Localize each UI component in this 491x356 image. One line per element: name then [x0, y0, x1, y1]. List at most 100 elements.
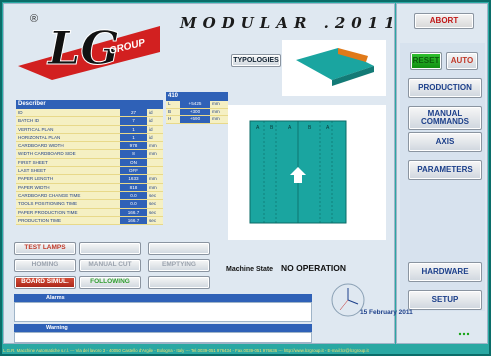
dimensions-table: 410 L +5425 mm B +300 mm H +590 mm: [166, 92, 228, 124]
describer-cell-k: PAPER PRODUCTION TIME: [18, 209, 78, 215]
logo-registered-mark: ®: [30, 13, 38, 25]
dimensions-heading: 410: [166, 92, 228, 101]
abort-button[interactable]: ABORT: [414, 13, 474, 29]
production-button[interactable]: PRODUCTION: [408, 78, 482, 98]
machine-state: Machine State NO OPERATION: [226, 263, 346, 273]
dimension-cell-u: mm: [212, 101, 220, 106]
describer-cell-u: sec: [149, 201, 157, 207]
cut-drawing: ABABA: [228, 105, 386, 240]
describer-cell-v: 818: [120, 183, 147, 191]
describer-row: FIRST SHEET ON: [16, 158, 163, 168]
dimension-cell-k: L: [168, 101, 171, 106]
dimension-cell-k: B: [168, 108, 172, 114]
empty-slot-1: [79, 242, 141, 255]
describer-row: PAPER LENGTH 1633 mm: [16, 175, 163, 184]
describer-row: VERTICAL PLAN 1 id: [16, 125, 163, 134]
alarms-title: Alarms: [14, 294, 312, 302]
following-button[interactable]: FOLLOWING: [79, 276, 141, 289]
emptying-button[interactable]: EMPTYING: [148, 259, 210, 272]
describer-cell-k: PAPER LENGTH: [18, 176, 54, 182]
describer-cell-u: id: [149, 110, 153, 115]
manual-cut-button[interactable]: MANUAL CUT: [79, 259, 141, 272]
describer-cell-v: 8: [120, 150, 147, 158]
describer-cell-k: TOOLS POSITIONING TIME: [18, 201, 78, 207]
describer-cell-u: mm: [149, 151, 157, 157]
describer-cell-k: CARDBOARD WIDTH: [18, 143, 64, 149]
describer-cell-v: OFF: [120, 167, 147, 175]
typology-preview: [282, 40, 386, 96]
board-simul-button[interactable]: BOARD SIMUL.: [14, 276, 76, 289]
dimension-row: B +300 mm: [166, 108, 228, 117]
test-lamps-button[interactable]: TEST LAMPS: [14, 242, 76, 255]
reset-button[interactable]: RESET: [410, 52, 442, 70]
describer-cell-v: 1: [120, 125, 147, 133]
manual-commands-button[interactable]: MANUAL COMMANDS: [408, 106, 482, 130]
describer-row: TOOLS POSITIONING TIME 0.0 sec: [16, 200, 163, 209]
dimension-row: H +590 mm: [166, 116, 228, 124]
setup-button[interactable]: SETUP: [408, 290, 482, 310]
describer-cell-v: 166.7: [120, 216, 147, 225]
describer-cell-k: PRODUCTION TIME: [18, 217, 62, 223]
dimension-cell-v: +590: [180, 116, 210, 123]
typologies-button[interactable]: TYPOLOGIES: [231, 54, 281, 67]
describer-row: HORIZONTAL PLAN 1 id: [16, 133, 163, 143]
describer-cell-v: 166.7: [120, 208, 147, 216]
describer-cell-u: [147, 167, 163, 174]
describer-table: Describer ID 27 id BATCH ID 7 id VERTICAL PLAN…: [16, 100, 163, 226]
describer-cell-v: 27: [120, 109, 147, 117]
hardware-button[interactable]: HARDWARE: [408, 262, 482, 282]
describer-cell-u: id: [149, 126, 153, 132]
describer-row: BATCH ID 7 id: [16, 117, 163, 126]
describer-cell-k: PAPER WIDTH: [18, 184, 50, 190]
describer-cell-v: 1633: [120, 175, 147, 183]
lcr-logo: ® LG GROUP: [18, 13, 160, 80]
describer-cell-k: ID: [18, 110, 23, 115]
describer-cell-k: CARDBOARD CHANGE TIME: [18, 192, 81, 198]
describer-row: PRODUCTION TIME 166.7 sec: [16, 216, 163, 226]
describer-cell-u: mm: [149, 143, 157, 149]
describer-cell-u: mm: [149, 184, 157, 190]
dimension-cell-u: mm: [212, 116, 220, 122]
dimension-cell-v: +5425: [180, 101, 210, 108]
describer-cell-k: WIDTH CARDBOARD SIDE: [18, 151, 76, 157]
machine-state-value: NO OPERATION: [281, 263, 347, 273]
describer-cell-u: id: [149, 118, 153, 124]
describer-cell-v: 978: [120, 142, 147, 150]
describer-row: PAPER WIDTH 818 mm: [16, 183, 163, 192]
describer-row: LAST SHEET OFF: [16, 167, 163, 176]
dimension-cell-u: mm: [212, 108, 220, 114]
describer-cell-v: 7: [120, 117, 147, 125]
company-footer: L.G.R. Macchine Automatiche s.r.l. --- V…: [3, 348, 369, 353]
describer-row: WIDTH CARDBOARD SIDE 8 mm: [16, 150, 163, 159]
describer-cell-k: FIRST SHEET: [18, 159, 48, 165]
alarms-box: [14, 302, 312, 322]
describer-cell-k: VERTICAL PLAN: [18, 126, 54, 132]
describer-cell-v: ON: [120, 158, 147, 167]
homing-button[interactable]: HOMING: [14, 259, 76, 272]
describer-cell-u: mm: [149, 176, 157, 182]
describer-row: CARDBOARD WIDTH 978 mm: [16, 142, 163, 151]
current-date: 15 February 2011: [360, 309, 413, 316]
describer-cell-u: [147, 159, 163, 166]
describer-row: PAPER PRODUCTION TIME 166.7 sec: [16, 208, 163, 217]
auto-button[interactable]: AUTO: [446, 52, 478, 70]
app-title: MODULAR .2011: [180, 14, 401, 32]
dimension-row: L +5425 mm: [166, 101, 228, 109]
describer-cell-v: 0.0: [120, 191, 147, 200]
describer-cell-u: sec: [149, 209, 157, 215]
describer-cell-u: sec: [149, 192, 157, 198]
parameters-button[interactable]: PARAMETERS: [408, 160, 482, 180]
describer-cell-k: LAST SHEET: [18, 168, 46, 174]
empty-slot-3: [148, 276, 210, 289]
describer-cell-u: sec: [149, 217, 157, 223]
describer-heading: Describer: [16, 100, 163, 109]
dimension-cell-k: H: [168, 116, 172, 122]
axis-button[interactable]: AXIS: [408, 132, 482, 152]
describer-cell-u: id: [149, 134, 153, 140]
describer-cell-v: 0.0: [120, 200, 147, 208]
describer-cell-k: BATCH ID: [18, 118, 40, 124]
warning-title: Warning: [14, 324, 312, 332]
warning-box: [14, 332, 312, 343]
machine-state-label: Machine State: [226, 266, 274, 273]
describer-row: CARDBOARD CHANGE TIME 0.0 sec: [16, 191, 163, 201]
